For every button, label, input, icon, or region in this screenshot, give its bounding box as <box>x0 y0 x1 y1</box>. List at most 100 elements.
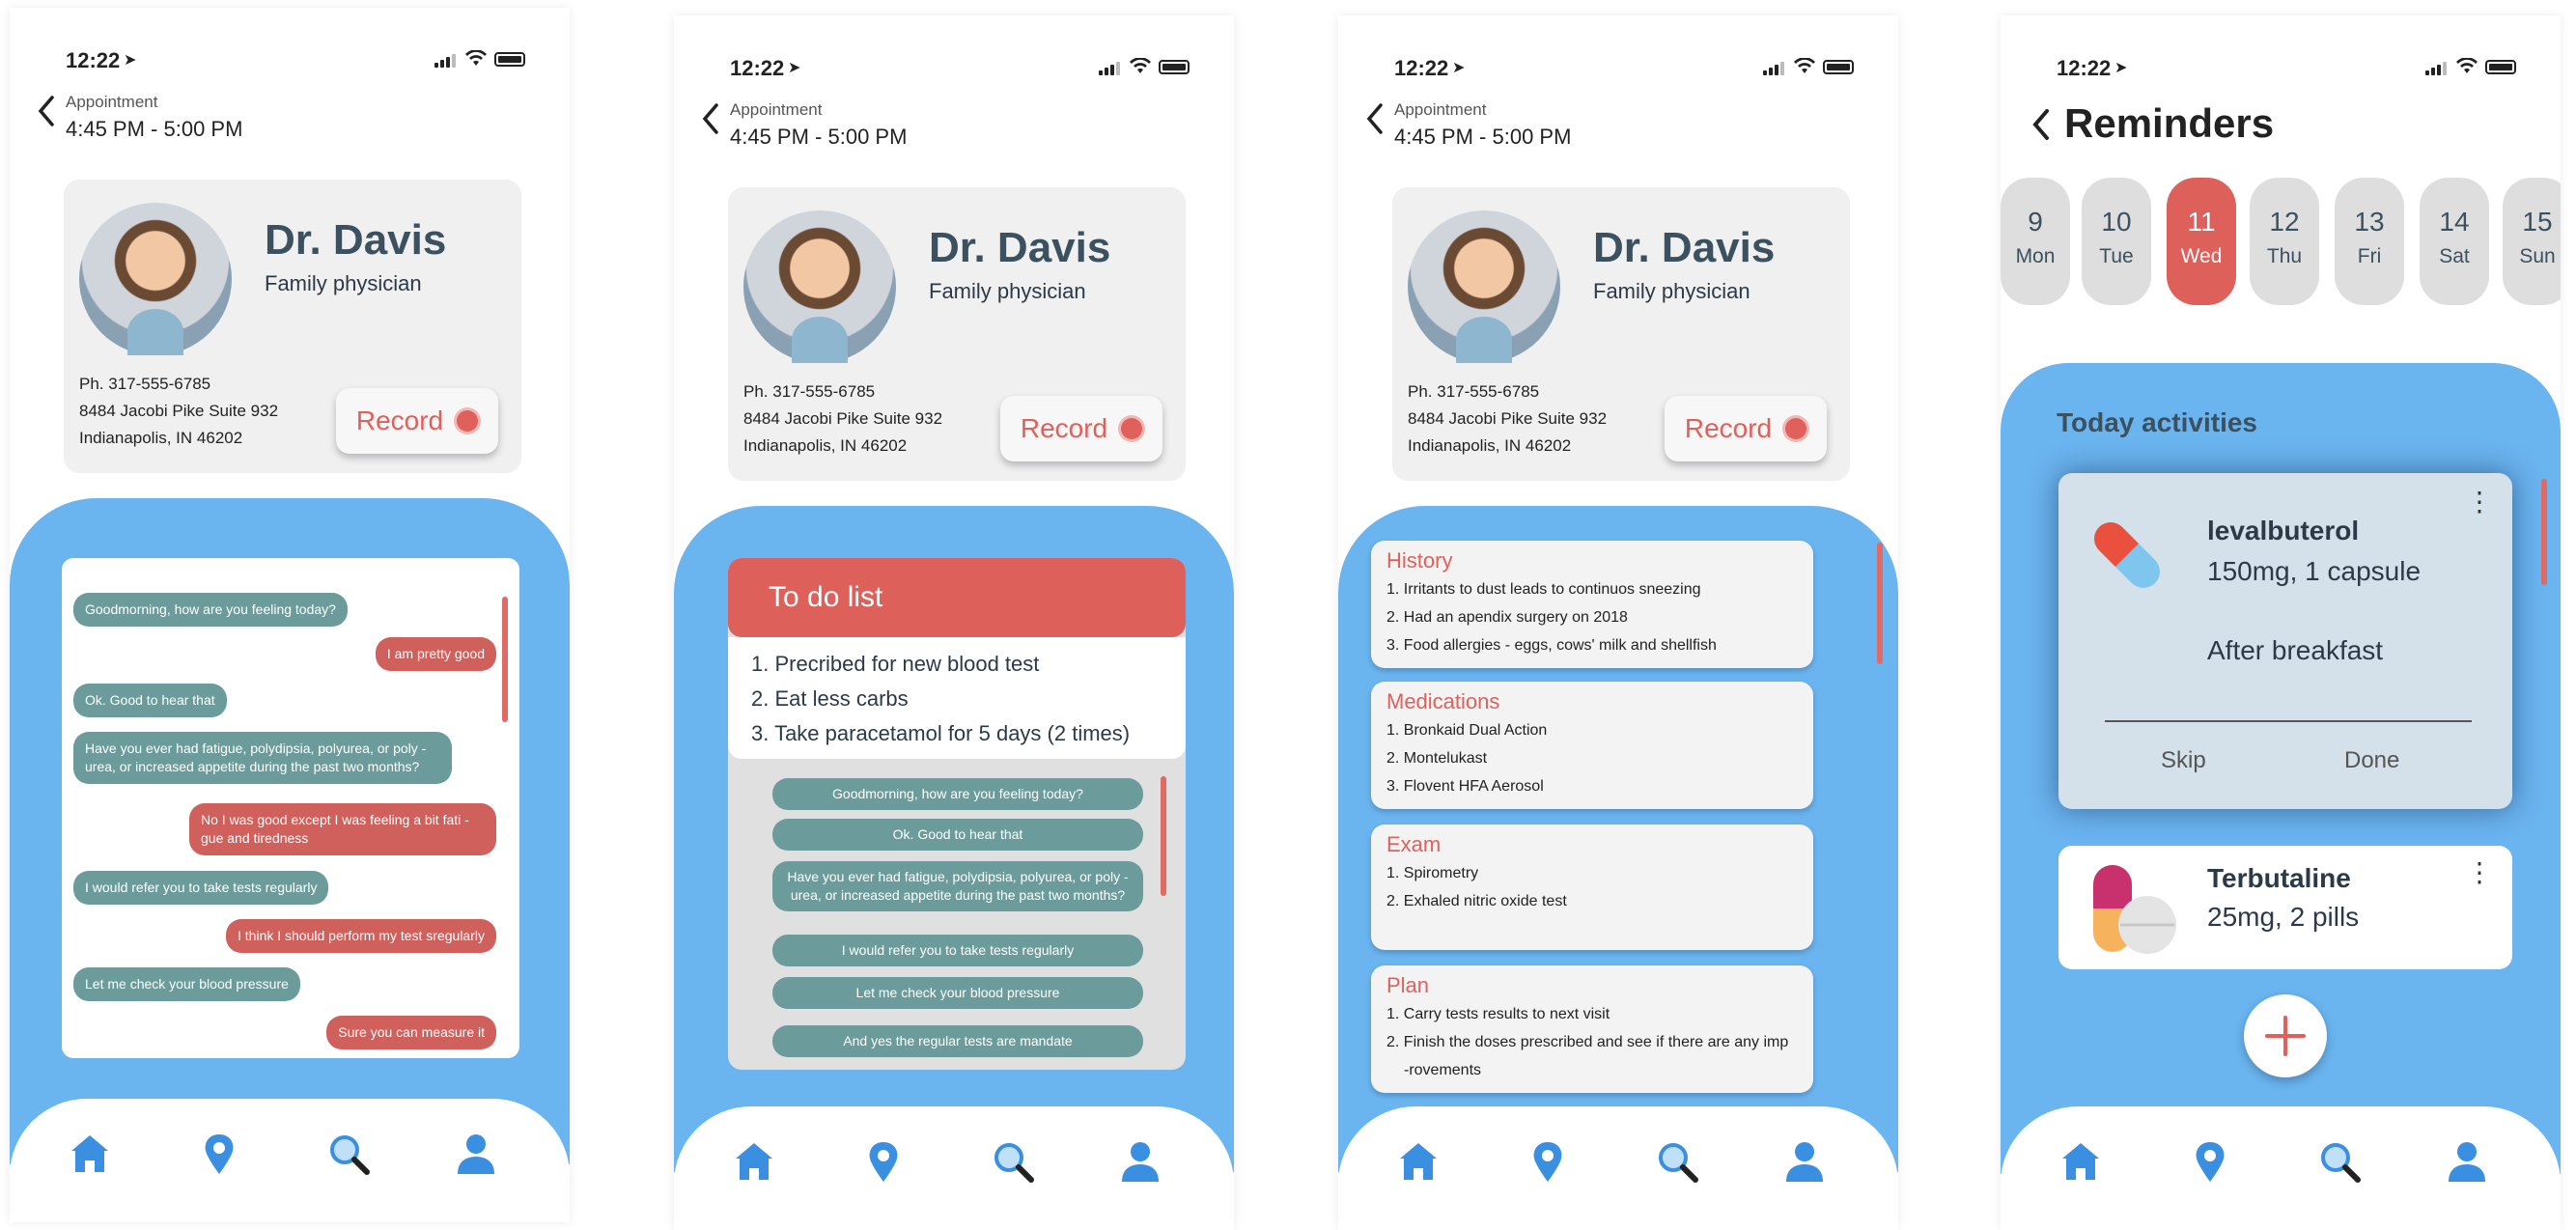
status-bar: 12:22 ➤ <box>674 15 1234 80</box>
back-chevron-icon[interactable] <box>1363 102 1386 135</box>
chat-bubble-doctor: Goodmorning, how are you feeling today? <box>73 593 348 627</box>
signal-icon <box>1763 62 1786 75</box>
record-button[interactable]: Record <box>1000 396 1162 461</box>
chat-scrollbar[interactable] <box>502 597 508 722</box>
done-button[interactable]: Done <box>2344 747 2399 774</box>
todo-item[interactable]: 2. Eat less carbs <box>751 682 1186 716</box>
activity-card-levalbuterol[interactable]: levalbuterol 150mg, 1 capsule ⋮ After br… <box>2058 473 2512 809</box>
chat-pill: Let me check your blood pressure <box>772 977 1143 1009</box>
section-line: 2. Exhaled nitric oxide test <box>1386 893 1567 909</box>
medications-card: Medications 1. Bronkaid Dual Action 2. M… <box>1371 682 1813 809</box>
location-pin-icon[interactable] <box>861 1139 906 1184</box>
day-label: Sat <box>2439 245 2470 267</box>
day-number: 9 <box>2028 207 2043 237</box>
back-chevron-icon[interactable] <box>699 102 722 135</box>
doctor-contact: Ph. 317-555-6785 8484 Jacobi Pike Suite … <box>79 371 278 452</box>
home-icon[interactable] <box>2058 1139 2103 1184</box>
chat-bubble-patient: I am pretty good <box>375 637 496 671</box>
location-pin-icon[interactable] <box>1526 1139 1570 1184</box>
pills-icon <box>2093 865 2176 954</box>
profile-icon[interactable] <box>454 1132 498 1176</box>
search-icon[interactable] <box>991 1139 1035 1184</box>
home-icon[interactable] <box>732 1139 776 1184</box>
profile-icon[interactable] <box>1782 1139 1827 1184</box>
chat-pill: Have you ever had fatigue, polydipsia, p… <box>772 861 1143 911</box>
history-card: History 1. Irritants to dust leads to co… <box>1371 541 1813 668</box>
bottom-nav <box>674 1106 1234 1230</box>
profile-icon[interactable] <box>2445 1139 2489 1184</box>
section-line: 2. Montelukast <box>1386 750 1488 767</box>
section-line: 1. Carry tests results to next visit <box>1386 1006 1610 1022</box>
search-icon[interactable] <box>2317 1139 2362 1184</box>
section-title: History <box>1386 548 1453 573</box>
day-number: 13 <box>2354 207 2385 237</box>
bottom-nav <box>2001 1106 2561 1230</box>
home-icon[interactable] <box>68 1132 112 1176</box>
wifi-icon <box>2456 58 2478 73</box>
day-chip-sat[interactable]: 14 Sat <box>2420 178 2489 305</box>
bottom-nav <box>10 1099 570 1222</box>
chat-card: Goodmorning, how are you feeling today? … <box>62 558 519 1058</box>
appointment-label: Appointment <box>1394 100 1487 119</box>
day-number: 15 <box>2522 207 2553 237</box>
more-options-icon[interactable]: ⋮ <box>2466 489 2493 516</box>
more-options-icon[interactable]: ⋮ <box>2466 859 2493 886</box>
page-title: Reminders <box>2064 100 2275 146</box>
section-line: 2. Had an apendix surgery on 2018 <box>1386 609 1628 626</box>
section-line: -rovements <box>1404 1062 1482 1078</box>
location-pin-icon[interactable] <box>197 1132 241 1176</box>
home-icon[interactable] <box>1396 1139 1441 1184</box>
plus-icon <box>2265 1016 2306 1056</box>
doctor-avatar <box>79 203 232 355</box>
activities-scrollbar[interactable] <box>2541 479 2547 585</box>
location-pin-icon[interactable] <box>2188 1139 2232 1184</box>
record-button[interactable]: Record <box>1665 396 1827 461</box>
divider <box>2105 720 2472 722</box>
appointment-label: Appointment <box>730 100 823 119</box>
search-icon[interactable] <box>326 1132 371 1176</box>
doctor-name: Dr. Davis <box>265 216 447 264</box>
chat-bubble-patient: No I was good except I was feeling a bit… <box>189 803 496 855</box>
appointment-time: 4:45 PM - 5:00 PM <box>730 125 908 149</box>
todo-card: To do list 1. Precribed for new blood te… <box>728 558 1186 1070</box>
profile-icon[interactable] <box>1118 1139 1162 1184</box>
doctor-name: Dr. Davis <box>1593 224 1776 271</box>
day-chip-sun[interactable]: 15 Sun <box>2503 178 2561 305</box>
back-chevron-icon[interactable] <box>35 95 58 127</box>
todo-item[interactable]: 3. Take paracetamol for 5 days (2 times) <box>751 716 1186 751</box>
activity-card-terbutaline[interactable]: Terbutaline 25mg, 2 pills ⋮ <box>2058 846 2512 969</box>
screen-appointment-todo: 12:22 ➤ Appointment 4:45 PM - 5:00 PM Dr… <box>674 15 1234 1230</box>
day-chip-wed[interactable]: 11 Wed <box>2167 178 2236 305</box>
search-icon[interactable] <box>1655 1139 1699 1184</box>
skip-button[interactable]: Skip <box>2161 747 2206 774</box>
day-chip-tue[interactable]: 10 Tue <box>2082 178 2151 305</box>
day-number: 10 <box>2101 207 2132 237</box>
chat-pill: Goodmorning, how are you feeling today? <box>772 778 1143 810</box>
doctor-phone: Ph. 317-555-6785 <box>79 375 211 393</box>
exam-card: Exam 1. Spirometry 2. Exhaled nitric oxi… <box>1371 825 1813 950</box>
record-button[interactable]: Record <box>336 388 498 454</box>
doctor-role: Family physician <box>265 271 422 295</box>
day-chip-fri[interactable]: 13 Fri <box>2335 178 2404 305</box>
notes-scrollbar[interactable] <box>1877 543 1883 664</box>
todo-item[interactable]: 1. Precribed for new blood test <box>751 647 1186 682</box>
back-chevron-icon[interactable] <box>2030 108 2053 141</box>
day-label: Wed <box>2180 245 2223 267</box>
todo-title: To do list <box>769 581 883 613</box>
section-line: 1. Irritants to dust leads to continuos … <box>1386 581 1701 598</box>
section-line: 3. Food allergies - eggs, cows' milk and… <box>1386 637 1717 654</box>
medicine-dose: 25mg, 2 pills <box>2207 902 2360 932</box>
chat-pill: Ok. Good to hear that <box>772 819 1143 851</box>
today-activities-title: Today activities <box>2057 407 2258 437</box>
chat-bubble-doctor: I would refer you to take tests regularl… <box>73 871 329 905</box>
screen-appointment-chat: 12:22 ➤ Appointment 4:45 PM - 5:00 PM Dr… <box>10 8 570 1222</box>
todo-scrollbar[interactable] <box>1161 776 1166 896</box>
day-chip-mon[interactable]: 9 Mon <box>2001 178 2070 305</box>
doctor-contact: Ph. 317-555-6785 8484 Jacobi Pike Suite … <box>1408 378 1607 460</box>
add-reminder-button[interactable] <box>2244 994 2327 1077</box>
day-label: Fri <box>2357 245 2382 267</box>
todo-header: To do list <box>728 558 1186 637</box>
day-chip-thu[interactable]: 12 Thu <box>2250 178 2319 305</box>
section-line: 1. Spirometry <box>1386 865 1479 881</box>
doctor-address-line1: 8484 Jacobi Pike Suite 932 <box>743 409 943 428</box>
